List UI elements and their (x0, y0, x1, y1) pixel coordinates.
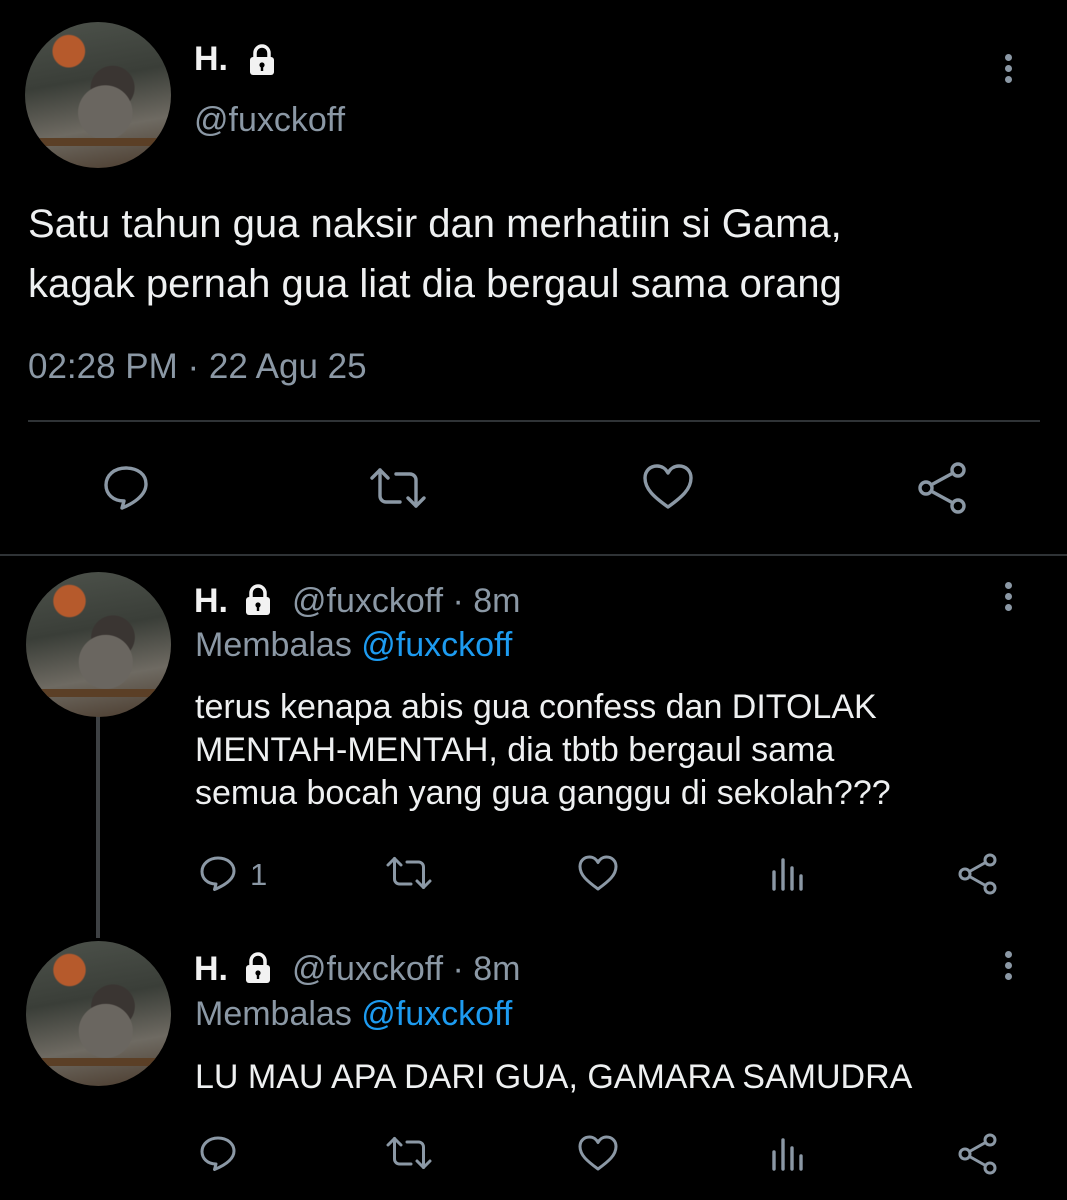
reply-text-line: MENTAH-MENTAH, dia tbtb bergaul sama (195, 731, 835, 769)
replying-prefix: Membalas (195, 995, 352, 1033)
more-options-icon[interactable] (1001, 54, 1015, 87)
more-options-icon[interactable] (1001, 582, 1015, 615)
reply-text: terus kenapa abis gua confess dan DITOLA… (195, 686, 891, 815)
tweet-timestamp: 02:28 PM · 22 Agu 25 (28, 347, 367, 386)
lock-icon (240, 950, 276, 991)
reply-icon[interactable] (100, 463, 152, 511)
reply-icon[interactable] (198, 854, 238, 892)
views-icon[interactable] (770, 856, 806, 892)
author-meta[interactable]: @fuxckoff · 8m (292, 582, 521, 621)
author-name[interactable]: H. (194, 40, 228, 79)
mention-link[interactable]: @fuxckoff (361, 626, 512, 664)
thread-line (96, 712, 100, 938)
reply-count: 1 (250, 857, 268, 892)
lock-icon (240, 582, 276, 623)
author-handle[interactable]: @fuxckoff (194, 101, 345, 140)
replying-to: Membalas @fuxckoff (195, 626, 512, 665)
reply-text: LU MAU APA DARI GUA, GAMARA SAMUDRA (195, 1056, 912, 1099)
author-name[interactable]: H. (194, 582, 228, 621)
avatar[interactable] (25, 22, 171, 168)
tweet-text-line: kagak pernah gua liat dia bergaul sama o… (28, 262, 842, 306)
tweet-text: Satu tahun gua naksir dan merhatiin si G… (28, 194, 842, 314)
avatar[interactable] (26, 572, 171, 717)
retweet-icon[interactable] (384, 855, 434, 891)
reply-text-line: terus kenapa abis gua confess dan DITOLA… (195, 688, 877, 726)
reply-text-line: semua bocah yang gua ganggu di sekolah??… (195, 774, 891, 812)
like-icon[interactable] (640, 462, 696, 512)
share-icon[interactable] (914, 460, 970, 516)
author-meta[interactable]: @fuxckoff · 8m (292, 950, 521, 989)
replying-prefix: Membalas (195, 626, 352, 664)
divider (28, 420, 1040, 422)
tweet-text-line: Satu tahun gua naksir dan merhatiin si G… (28, 202, 842, 246)
retweet-icon[interactable] (384, 1135, 434, 1171)
reply-icon[interactable] (198, 1134, 238, 1172)
like-icon[interactable] (576, 1133, 620, 1173)
retweet-icon[interactable] (366, 466, 430, 510)
views-icon[interactable] (770, 1136, 806, 1172)
share-icon[interactable] (956, 852, 1000, 896)
more-options-icon[interactable] (1001, 951, 1015, 984)
mention-link[interactable]: @fuxckoff (361, 995, 512, 1033)
avatar[interactable] (26, 941, 171, 1086)
lock-icon (244, 42, 280, 83)
reply-text-line: LU MAU APA DARI GUA, GAMARA SAMUDRA (195, 1058, 913, 1096)
like-icon[interactable] (576, 853, 620, 893)
replying-to: Membalas @fuxckoff (195, 995, 512, 1034)
author-name[interactable]: H. (194, 950, 228, 989)
section-divider (0, 554, 1067, 556)
share-icon[interactable] (956, 1132, 1000, 1176)
